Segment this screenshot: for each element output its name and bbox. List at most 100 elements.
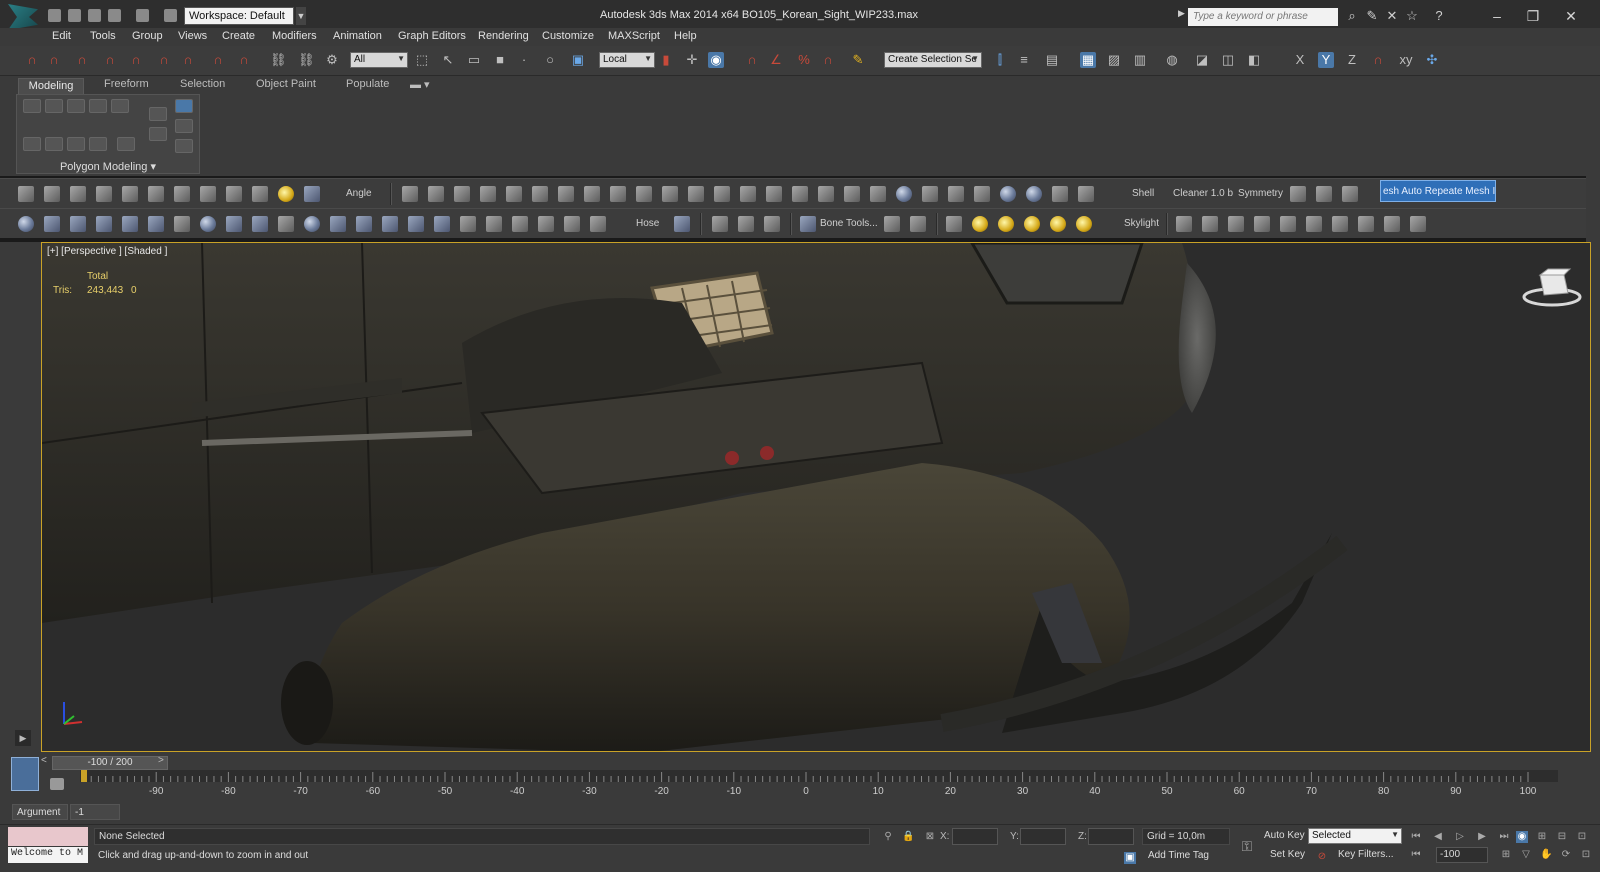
bind-space-warp-icon[interactable]: ∩ <box>128 52 144 68</box>
next-modifier-icon[interactable] <box>67 137 85 151</box>
helper-1-icon[interactable] <box>1176 216 1192 232</box>
mini-curve-editor-button[interactable] <box>11 757 39 791</box>
sphere-icon[interactable] <box>18 216 34 232</box>
pen-tool-icon[interactable] <box>564 216 580 232</box>
menu-tools[interactable]: Tools <box>90 30 116 42</box>
auto-key-button[interactable]: Auto Key <box>1264 830 1305 841</box>
modify-mode-icon[interactable] <box>23 137 41 151</box>
selection-filter-select[interactable]: All ▼ <box>350 52 408 68</box>
snap-extra-icon[interactable]: ∩ <box>1370 52 1386 68</box>
spot-light-icon[interactable] <box>1024 216 1040 232</box>
modifier-6-icon[interactable] <box>532 186 548 202</box>
maximize-toggle-icon[interactable]: ⊡ <box>1580 849 1592 861</box>
open-file-icon[interactable] <box>68 9 81 22</box>
spline-donut-icon[interactable] <box>174 186 190 202</box>
manipulate-icon[interactable]: ✛ <box>684 52 700 68</box>
helper-4-icon[interactable] <box>1254 216 1270 232</box>
isolate-selection-icon[interactable]: ⚲ <box>882 831 894 843</box>
select-move-icon[interactable]: · <box>516 52 532 68</box>
percent-snap-icon[interactable]: ∩ <box>210 52 226 68</box>
modifier-19-icon[interactable] <box>870 186 886 202</box>
key-icon[interactable]: ⚿ <box>1236 839 1258 853</box>
polygon-modeling-label[interactable]: Polygon Modeling ▾ <box>16 160 200 174</box>
modifier-3-icon[interactable] <box>454 186 470 202</box>
modifier-23-icon[interactable] <box>974 186 990 202</box>
bind-icon[interactable]: ⚙ <box>324 52 340 68</box>
zoom-extents-icon[interactable]: ⊞ <box>1500 849 1512 861</box>
angle-tool-label[interactable]: Angle <box>346 188 372 199</box>
axis-x-icon[interactable]: X <box>1292 52 1308 68</box>
scatter-icon[interactable]: ✣ <box>1424 52 1440 68</box>
menu-edit[interactable]: Edit <box>52 30 71 42</box>
axis-z-icon[interactable]: Z <box>1344 52 1360 68</box>
cone-icon[interactable] <box>252 216 268 232</box>
perspective-viewport[interactable]: [+] [Perspective ] [Shaded ] Total Tris:… <box>41 242 1591 752</box>
hi-solver-icon[interactable] <box>910 216 926 232</box>
toggle-command-panel-icon[interactable] <box>149 127 167 141</box>
helper-2-icon[interactable] <box>1202 216 1218 232</box>
collapse-stack-icon[interactable] <box>149 107 167 121</box>
prism-icon[interactable] <box>408 216 424 232</box>
app-logo-icon[interactable] <box>8 4 38 30</box>
helper-6-icon[interactable] <box>1306 216 1322 232</box>
favorites-star-icon[interactable]: ☆ <box>1405 9 1419 23</box>
zoom-all-icon[interactable]: ⊟ <box>1556 831 1568 843</box>
render-setup-icon[interactable]: ◪ <box>1194 52 1210 68</box>
tube-icon[interactable] <box>70 216 86 232</box>
keyboard-shortcut-toggle-icon[interactable]: ◉ <box>708 52 724 68</box>
modifier-25-icon[interactable] <box>1026 186 1042 202</box>
binoculars-icon[interactable]: ⌕ <box>1345 9 1359 23</box>
shell-label[interactable]: Shell <box>1132 188 1154 199</box>
modifier-16-icon[interactable] <box>792 186 808 202</box>
modifier-10-icon[interactable] <box>636 186 652 202</box>
modifier-18-icon[interactable] <box>844 186 860 202</box>
use-displace-icon[interactable] <box>175 99 193 113</box>
selection-lock-icon[interactable]: 🔒 <box>902 831 914 843</box>
pivot-center-icon[interactable]: ▮ <box>658 52 674 68</box>
soft-selection-icon[interactable] <box>175 139 193 153</box>
key-mode-select[interactable]: Selected ▼ <box>1308 828 1402 844</box>
align-icon[interactable]: ≡ <box>1016 52 1032 68</box>
angle-snap-toggle-icon[interactable]: ∠ <box>768 52 784 68</box>
go-to-start-icon[interactable]: ⏮ <box>1410 831 1422 843</box>
z-coord-field[interactable] <box>1088 828 1134 845</box>
modifier-15-icon[interactable] <box>766 186 782 202</box>
named-selection-input[interactable]: Create Selection Se ▼ <box>884 52 982 68</box>
menu-help[interactable]: Help <box>674 30 697 42</box>
xy-plane-icon[interactable]: xy <box>1398 52 1414 68</box>
menu-group[interactable]: Group <box>132 30 163 42</box>
omni-light-icon[interactable] <box>972 216 988 232</box>
field-of-view-icon[interactable]: ▽ <box>1520 849 1532 861</box>
select-link-icon[interactable]: ∩ <box>74 52 90 68</box>
snaps-2d-icon[interactable]: ∩ <box>744 52 760 68</box>
tab-object-paint[interactable]: Object Paint <box>256 78 316 90</box>
ribbon-options-icon[interactable]: ▬ ▾ <box>410 78 430 91</box>
orbit-icon[interactable]: ⟳ <box>1560 849 1572 861</box>
viewcube-icon[interactable] <box>1522 265 1582 309</box>
play-icon[interactable]: ▶ <box>15 730 31 746</box>
plane-icon[interactable] <box>148 216 164 232</box>
viewport-label[interactable]: [+] [Perspective ] [Shaded ] <box>47 246 167 257</box>
menu-views[interactable]: Views <box>178 30 207 42</box>
modifier-12-icon[interactable] <box>688 186 704 202</box>
spline-circle-icon[interactable] <box>44 186 60 202</box>
spline-arc-icon[interactable] <box>122 186 138 202</box>
free-light-icon[interactable] <box>1076 216 1092 232</box>
play-animation-icon[interactable]: ▷ <box>1454 831 1466 843</box>
script-1-icon[interactable] <box>1290 186 1306 202</box>
modifier-5-icon[interactable] <box>506 186 522 202</box>
element-mode-icon[interactable] <box>111 99 129 113</box>
grid-object-icon[interactable] <box>460 216 476 232</box>
menu-animation[interactable]: Animation <box>333 30 382 42</box>
modifier-26-icon[interactable] <box>1052 186 1068 202</box>
select-scale-icon[interactable]: ▣ <box>570 52 586 68</box>
select-by-name-icon[interactable]: ↖ <box>440 52 456 68</box>
absolute-mode-icon[interactable]: ⊠ <box>924 831 936 843</box>
sun-light-icon[interactable] <box>998 216 1014 232</box>
torus-icon[interactable] <box>304 216 320 232</box>
bone-link-icon[interactable] <box>712 216 728 232</box>
go-to-end-icon[interactable]: ⏭ <box>1498 831 1510 843</box>
link-icon[interactable]: ⛓ <box>270 52 287 68</box>
skylight-label[interactable]: Skylight <box>1124 218 1159 229</box>
helper-7-icon[interactable] <box>1332 216 1348 232</box>
